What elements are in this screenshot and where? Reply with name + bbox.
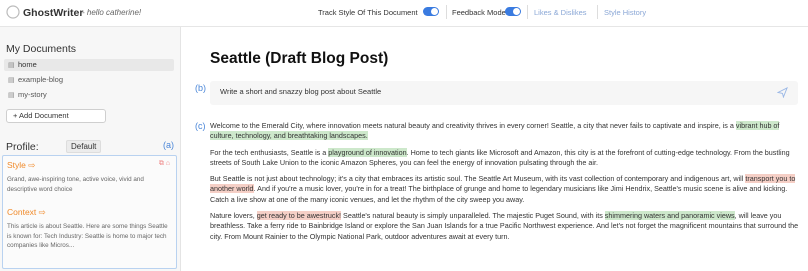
edit-icon[interactable]: ⇨	[28, 160, 35, 170]
likes-dislikes-link[interactable]: Likes & Dislikes	[534, 8, 587, 17]
prompt-input[interactable]	[220, 87, 760, 96]
document-icon: ▤	[8, 62, 15, 69]
profile-label: Profile:	[6, 141, 39, 153]
style-history-link[interactable]: Style History	[604, 8, 646, 17]
feedback-mode-label: Feedback Mode	[452, 8, 506, 17]
document-label: home	[18, 60, 37, 69]
editor-panel: Seattle (Draft Blog Post) (b) (c) Welcom…	[190, 27, 808, 271]
document-item-example-blog[interactable]: ▤ example-blog	[4, 74, 174, 86]
annotation-b: (b)	[195, 83, 206, 93]
highlight[interactable]: playground of innovation	[328, 147, 407, 157]
app-name: GhostWriter	[23, 7, 84, 19]
profile-card: Style ⇨ ⧉ ⌂ Grand, awe-inspiring tone, a…	[2, 155, 177, 269]
edit-icon[interactable]: ⇨	[39, 207, 46, 217]
paragraph: Nature lovers, get ready to be awestruck…	[210, 211, 799, 241]
context-description: This article is about Seattle. Here are …	[7, 223, 168, 249]
divider	[597, 5, 598, 19]
top-bar: GhostWriter - hello catherine! Track Sty…	[0, 0, 808, 27]
annotation-c: (c)	[195, 121, 206, 131]
track-style-toggle[interactable]	[423, 7, 439, 16]
document-body[interactable]: Welcome to the Emerald City, where innov…	[210, 121, 800, 248]
add-document-button[interactable]: + Add Document	[6, 109, 106, 123]
paragraph: But Seattle is not just about technology…	[210, 174, 796, 204]
card-action-icons[interactable]: ⧉ ⌂	[159, 160, 170, 168]
send-icon[interactable]	[777, 87, 788, 98]
paragraph: Welcome to the Emerald City, where innov…	[210, 121, 780, 141]
feedback-mode-toggle[interactable]	[505, 7, 521, 16]
track-style-label: Track Style Of This Document	[318, 8, 418, 17]
paragraph: For the tech enthusiasts, Seattle is a p…	[210, 147, 790, 167]
sidebar: My Documents ▤ home ▤ example-blog ▤ my-sto…	[0, 27, 181, 271]
document-label: example-blog	[18, 75, 64, 84]
my-documents-title: My Documents	[6, 43, 77, 55]
profile-select[interactable]: Default	[66, 140, 102, 153]
divider	[527, 5, 528, 19]
annotation-a: (a)	[163, 140, 174, 150]
document-item-my-story[interactable]: ▤ my-story	[4, 89, 174, 101]
context-heading: Context ⇨	[7, 207, 46, 217]
highlight[interactable]: shimmering waters and panoramic views	[604, 211, 735, 221]
prompt-box	[210, 81, 798, 105]
highlight[interactable]: get ready to be awestruck!	[256, 211, 342, 221]
divider	[446, 5, 447, 19]
ghost-logo-icon	[6, 5, 20, 19]
document-label: my-story	[18, 90, 47, 99]
document-title: Seattle (Draft Blog Post)	[210, 50, 389, 67]
user-greeting: - hello catherine!	[82, 8, 142, 17]
document-item-home[interactable]: ▤ home	[4, 59, 174, 71]
document-icon: ▤	[8, 77, 15, 84]
style-description: Grand, awe-inspiring tone, active voice,…	[7, 176, 144, 193]
document-icon: ▤	[8, 92, 15, 99]
style-heading: Style ⇨	[7, 160, 36, 170]
